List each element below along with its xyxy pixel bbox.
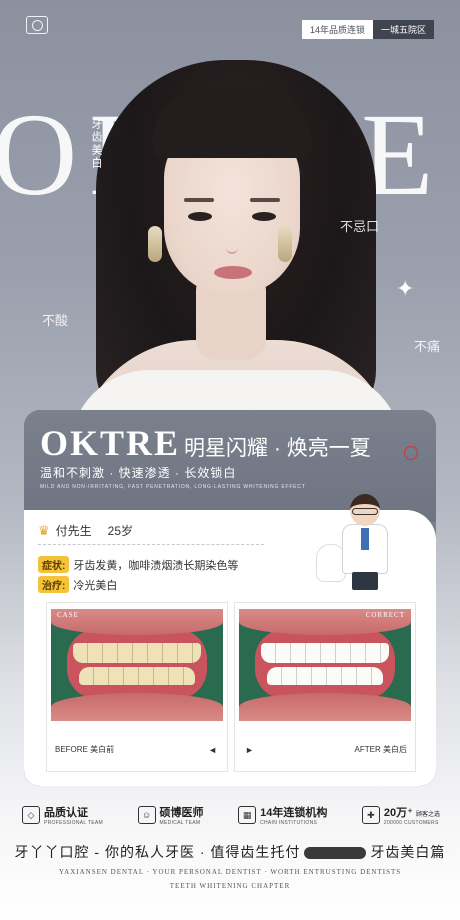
lower-teeth	[267, 667, 383, 685]
feature-chain: ▦ 14年连锁机构 CHAIN INSTITUTIONS	[238, 804, 327, 826]
slogan-main: 牙丫丫口腔 - 你的私人牙医 · 值得齿生托付	[14, 844, 301, 860]
redaction-bar	[304, 847, 367, 860]
fringe	[152, 88, 312, 158]
patient-age: 25岁	[107, 524, 134, 538]
float-text-no-sour: 不酸	[42, 313, 69, 328]
lower-lip	[239, 693, 411, 721]
upper-teeth	[261, 643, 389, 663]
footer-slogan: 牙丫丫口腔 - 你的私人牙医 · 值得齿生托付 牙齿美白篇	[0, 842, 460, 862]
symptom-badge: 症状:	[38, 556, 70, 573]
brand-logo	[26, 16, 48, 34]
left-brow	[184, 198, 214, 202]
tooth-icon: ♛	[38, 522, 50, 538]
customer-icon: ✚	[361, 806, 380, 824]
divider	[38, 544, 264, 545]
doctor-mascot	[314, 494, 424, 594]
header-tags: 14年品质连锁 一城五院区	[301, 20, 434, 39]
feature-doctors: ☺ 硕博医师 MEDICAL TEAM	[137, 804, 204, 826]
right-eye	[252, 212, 276, 221]
symptom-row: 症状: 牙齿发黄，咖啡渍烟渍长期染色等	[38, 556, 238, 573]
footer-english-line: YAXIANSEN DENTAL · YOUR PERSONAL DENTIST…	[58, 868, 402, 876]
treatment-badge: 治疗:	[38, 576, 70, 593]
card-subtitle: 温和不刺激 · 快速渗透 · 长效锁白	[40, 466, 237, 480]
poster: 14年品质连锁 一城五院区 OKTRE 牙齿美白 不忌口 不酸 不痛 ✦ OKT…	[0, 0, 460, 920]
doctor-tie	[361, 528, 369, 550]
brand-mark-icon	[26, 16, 48, 34]
upper-teeth	[73, 643, 201, 663]
feature-title: 20万⁺ 顾客之选	[384, 804, 440, 820]
after-mouth-image: CORRECT	[239, 609, 411, 721]
feature-subtitle: PROFESSIONAL TEAM	[44, 820, 104, 826]
tag-quality: 14年品质连锁	[301, 20, 373, 39]
slogan-chapter: 牙齿美白篇	[370, 844, 446, 860]
vertical-text: 牙齿美白	[90, 118, 102, 170]
feature-subtitle: 200000 CUSTOMERS	[383, 820, 439, 826]
building-icon: ▦	[238, 806, 257, 824]
tag-branch: 一城五院区	[372, 20, 434, 39]
treatment-text: 冷光美白	[73, 579, 118, 592]
after-label: AFTER 美白后	[354, 745, 407, 754]
model-portrait	[56, 40, 406, 460]
before-photo-tag: CASE	[57, 611, 79, 619]
card-title-brand: OKTRE	[40, 423, 181, 463]
nose	[226, 230, 238, 254]
lower-lip	[51, 693, 223, 721]
case-card: OKTRE 明星闪耀 · 焕亮一夏 温和不刺激 · 快速渗透 · 长效锁白 MI…	[24, 410, 436, 786]
feature-title: 品质认证	[44, 807, 88, 819]
feature-subtitle: MEDICAL TEAM	[159, 820, 201, 826]
before-mouth-image: CASE	[51, 609, 223, 721]
after-arrow-icon: ►	[245, 745, 254, 755]
patient-name: 付先生	[55, 524, 92, 538]
after-photo: CORRECT ► AFTER 美白后	[234, 602, 416, 772]
card-title-slogan: 明星闪耀 · 焕亮一夏	[184, 437, 371, 460]
feature-title: 14年连锁机构	[260, 807, 328, 819]
lower-teeth	[79, 667, 195, 685]
red-circle-icon	[404, 446, 418, 460]
card-title: OKTRE 明星闪耀 · 焕亮一夏	[40, 422, 371, 464]
feature-strip: ◇ 品质认证 PROFESSIONAL TEAM ☺ 硕博医师 MEDICAL …	[22, 804, 440, 826]
doctor-legs	[352, 572, 378, 590]
customer-count: 20万⁺	[383, 807, 413, 819]
top-bar: 14年品质连锁 一城五院区	[26, 14, 434, 39]
lips	[214, 266, 252, 279]
float-text-no-diet: 不忌口	[340, 219, 380, 234]
after-photo-tag: CORRECT	[365, 611, 405, 619]
customer-note: 顾客之选	[415, 812, 440, 818]
card-subtitle-en: MILD AND NON-IRRITATING, FAST PENETRATIO…	[40, 484, 306, 490]
before-photo: CASE BEFORE 美白前 ◄	[46, 602, 228, 772]
doctor-glasses	[352, 508, 378, 515]
treatment-row: 治疗: 冷光美白	[38, 576, 117, 593]
gum	[255, 629, 395, 699]
patient-info: ♛ 付先生 25岁	[38, 522, 133, 539]
feature-title: 硕博医师	[159, 807, 204, 819]
right-brow	[250, 198, 280, 202]
feature-subtitle: CHAIN INSTITUTIONS	[260, 820, 318, 826]
before-label: BEFORE 美白前	[55, 745, 115, 754]
sparkle-icon: ✦	[396, 276, 415, 301]
feature-customers: ✚ 20万⁺ 顾客之选 200000 CUSTOMERS	[361, 804, 440, 826]
left-eye	[188, 212, 212, 221]
float-text-no-pain: 不痛	[414, 339, 441, 354]
before-arrow-icon: ◄	[208, 745, 217, 755]
feature-quality: ◇ 品质认证 PROFESSIONAL TEAM	[22, 804, 103, 826]
left-earring	[148, 226, 162, 262]
footer-english-chapter: TEETH WHITENING CHAPTER	[169, 882, 291, 890]
right-earring	[278, 226, 292, 262]
diamond-icon: ◇	[22, 806, 40, 824]
doctor-icon: ☺	[137, 806, 156, 824]
gum	[67, 629, 207, 699]
symptom-text: 牙齿发黄，咖啡渍烟渍长期染色等	[73, 559, 239, 572]
